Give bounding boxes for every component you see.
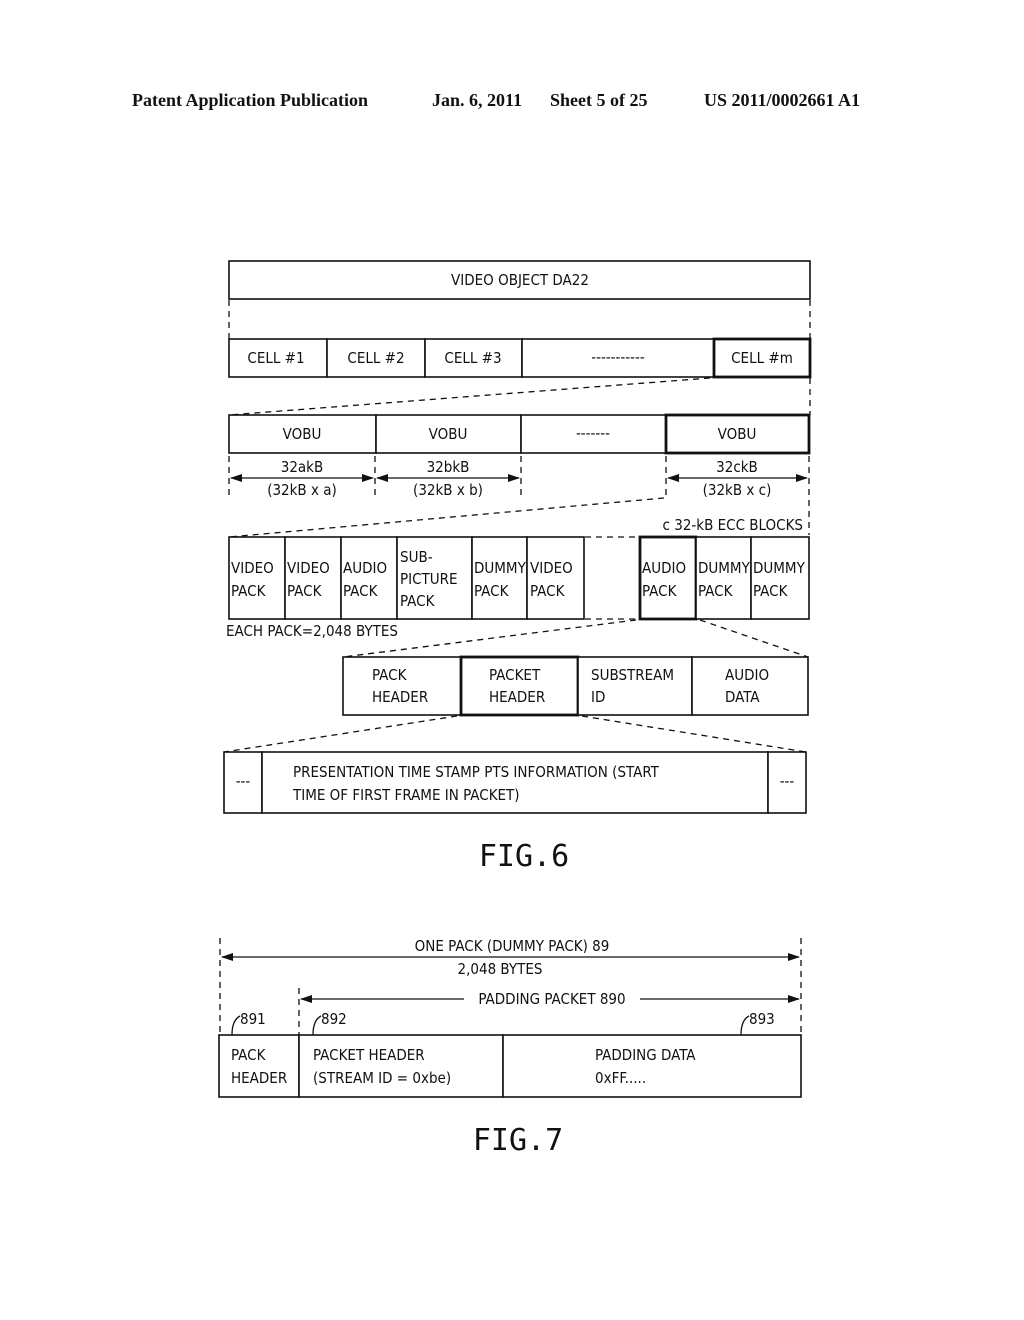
pack-label: DUMMY <box>474 559 527 577</box>
cells-row: CELL #1 CELL #2 CELL #3 ----------- CELL… <box>228 337 812 379</box>
pack-box <box>526 536 585 620</box>
expansion-line <box>581 715 807 753</box>
pack-box-audio <box>638 535 698 621</box>
pack-label: PACK <box>753 582 789 600</box>
video-object-label: VIDEO OBJECT DA22 <box>451 271 589 289</box>
pack-box <box>750 536 810 620</box>
cell-ellipsis: ----------- <box>591 348 645 366</box>
pack-label: DUMMY <box>698 559 751 577</box>
fig6-caption: FIG.6 <box>479 839 569 874</box>
size-label: 32akB <box>281 458 324 476</box>
vobu-ellipsis: ------- <box>576 424 610 442</box>
vobu-label: VOBU <box>718 425 757 443</box>
pack-label: PACK <box>698 582 734 600</box>
pts-row: --- --- PRESENTATION TIME STAMP PTS INFO… <box>223 751 807 814</box>
padding-packet-label: PADDING PACKET 890 <box>478 990 625 1008</box>
cell-label: CELL #2 <box>347 349 404 367</box>
field-label: DATA <box>725 688 760 706</box>
expansion-line <box>228 497 665 538</box>
pack-box <box>284 536 342 620</box>
cell-label: CELL #m <box>731 349 793 367</box>
pts-side-ellipsis: --- <box>780 772 795 790</box>
ref-leader <box>231 1015 241 1036</box>
fig6: VIDEO OBJECT DA22 CELL #1 CELL #2 CELL #… <box>223 260 812 874</box>
cell-label: CELL #3 <box>444 349 501 367</box>
pack-label: PACK <box>642 582 678 600</box>
pack-label: PACK <box>231 582 267 600</box>
size-formula: (32kB x c) <box>703 481 772 499</box>
bytes-label: 2,048 BYTES <box>458 960 543 978</box>
ecc-blocks-label: c 32-kB ECC BLOCKS <box>663 516 803 534</box>
pack-label: AUDIO <box>642 559 686 577</box>
pack-label: AUDIO <box>343 559 387 577</box>
pack-label: PACK <box>474 582 510 600</box>
fig7-caption: FIG.7 <box>473 1123 563 1158</box>
ref-leader <box>312 1015 322 1036</box>
vobu-label: VOBU <box>283 425 322 443</box>
field-label: PADDING DATA <box>595 1046 696 1064</box>
pts-side-ellipsis: --- <box>236 772 251 790</box>
pack-box <box>695 536 752 620</box>
field-label: PACKET HEADER <box>313 1046 425 1064</box>
size-formula: (32kB x b) <box>413 481 483 499</box>
field-label: HEADER <box>489 688 545 706</box>
diagram-canvas: VIDEO OBJECT DA22 CELL #1 CELL #2 CELL #… <box>218 260 812 1158</box>
one-pack-label: ONE PACK (DUMMY PACK) 89 <box>415 937 610 955</box>
ref-892: 892 <box>321 1010 347 1028</box>
pack-box <box>228 536 286 620</box>
field-label: 0xFF..... <box>595 1069 646 1087</box>
pack-box <box>340 536 398 620</box>
pack-label: PACK <box>400 592 436 610</box>
field-label: PACK <box>372 666 408 684</box>
field-label: AUDIO <box>725 666 769 684</box>
expansion-line <box>699 619 809 658</box>
field-label: (STREAM ID = 0xbe) <box>313 1069 451 1087</box>
ref-leader <box>740 1015 750 1036</box>
pack-label: DUMMY <box>753 559 806 577</box>
pack-label: PICTURE <box>400 570 458 588</box>
field-label: ID <box>591 688 605 706</box>
field-label: HEADER <box>372 688 428 706</box>
dummy-pack-fields: PACK HEADER PACKET HEADER (STREAM ID = 0… <box>218 1034 802 1098</box>
video-object-box: VIDEO OBJECT DA22 <box>228 260 811 300</box>
pack-box <box>471 536 528 620</box>
field-label: HEADER <box>231 1069 287 1087</box>
each-pack-size: EACH PACK=2,048 BYTES <box>226 622 398 640</box>
audio-pack-fields: PACK HEADER PACKET HEADER SUBSTREAM ID A… <box>342 655 809 717</box>
field-label: PACK <box>231 1046 267 1064</box>
vobu-label: VOBU <box>429 425 468 443</box>
expansion-line <box>223 715 458 753</box>
field-label: SUBSTREAM <box>591 666 674 684</box>
pack-label: PACK <box>343 582 379 600</box>
field-box <box>502 1034 802 1098</box>
field-label: PACKET <box>489 666 541 684</box>
ref-891: 891 <box>240 1010 266 1028</box>
pack-label: SUB- <box>400 548 433 566</box>
pts-text-line2: TIME OF FIRST FRAME IN PACKET) <box>292 786 520 804</box>
size-formula: (32kB x a) <box>267 481 337 499</box>
expansion-line <box>228 377 711 416</box>
field-box <box>298 1034 504 1098</box>
ref-893: 893 <box>749 1010 775 1028</box>
fig7: ONE PACK (DUMMY PACK) 89 2,048 BYTES PAD… <box>218 937 802 1158</box>
packs-row: VIDEO PACK VIDEO PACK AUDIO PACK SUB- PI… <box>228 535 810 621</box>
pack-label: PACK <box>287 582 323 600</box>
pack-label: VIDEO <box>530 559 573 577</box>
size-label: 32ckB <box>716 458 758 476</box>
vobu-row: VOBU VOBU ------- VOBU <box>228 413 811 455</box>
pts-text-line1: PRESENTATION TIME STAMP PTS INFORMATION … <box>293 763 660 781</box>
cell-label: CELL #1 <box>247 349 304 367</box>
size-label: 32bkB <box>427 458 470 476</box>
pack-label: VIDEO <box>287 559 330 577</box>
pack-label: VIDEO <box>231 559 274 577</box>
pack-label: PACK <box>530 582 566 600</box>
field-box <box>218 1034 300 1098</box>
